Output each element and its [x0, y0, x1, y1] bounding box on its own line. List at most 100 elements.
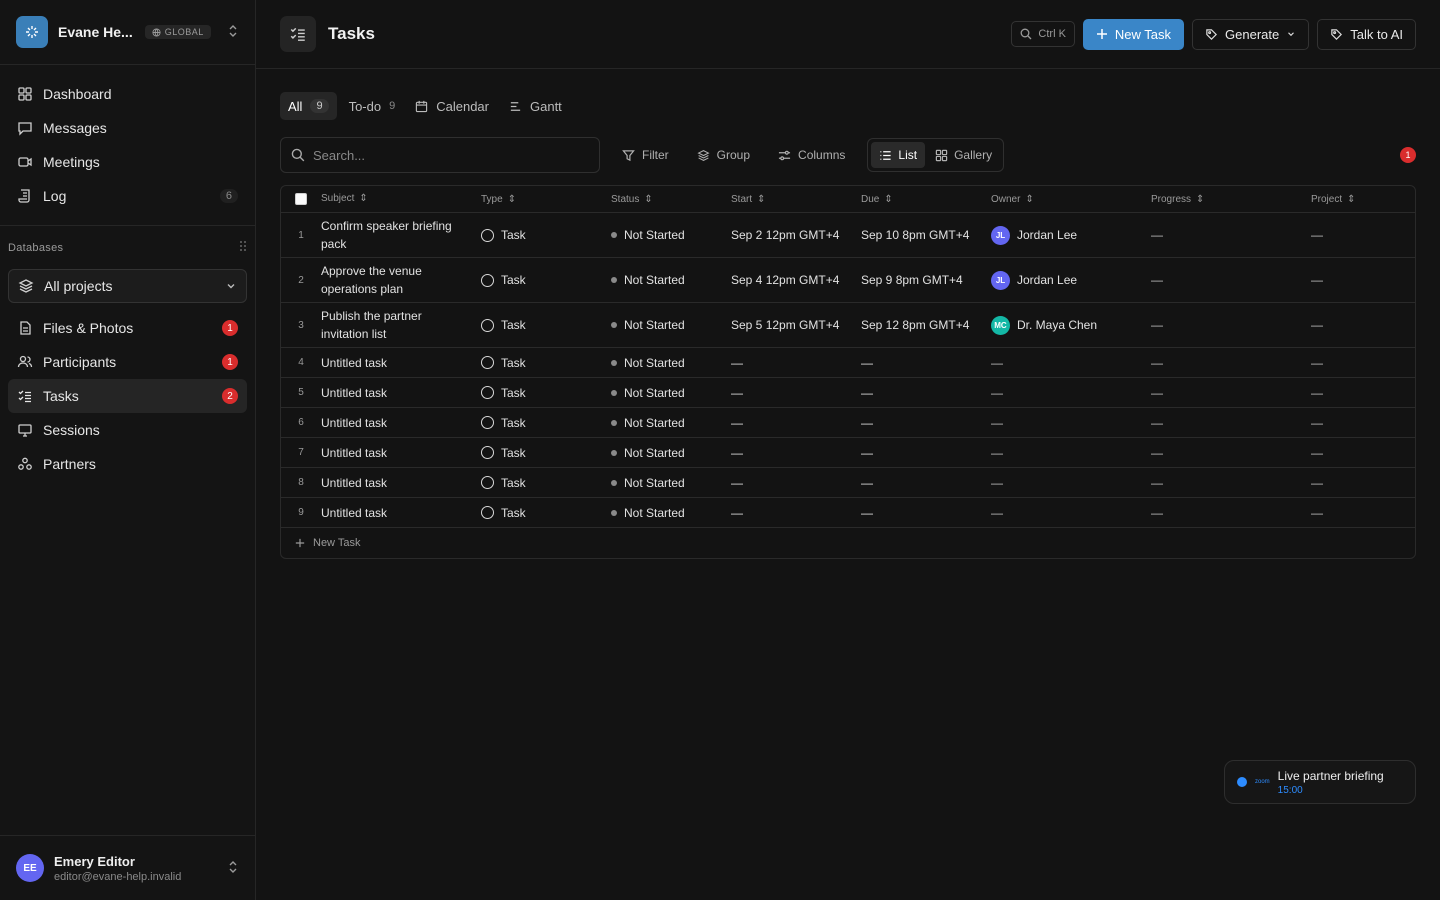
- type-cell[interactable]: Task: [481, 416, 611, 430]
- subject-cell[interactable]: Untitled task: [321, 354, 481, 372]
- column-header-type[interactable]: Type ⇕: [481, 194, 611, 205]
- table-row[interactable]: 7 Untitled task Task Not Started — — — —…: [281, 438, 1415, 468]
- table-row[interactable]: 1 Confirm speaker briefing pack Task Not…: [281, 213, 1415, 258]
- progress-cell[interactable]: —: [1151, 273, 1311, 287]
- subject-cell[interactable]: Publish the partner invitation list: [321, 307, 481, 343]
- owner-cell[interactable]: —: [991, 506, 1151, 520]
- owner-cell[interactable]: JL Jordan Lee: [991, 225, 1151, 245]
- row-number-cell[interactable]: 9: [281, 507, 321, 518]
- project-cell[interactable]: —: [1311, 228, 1411, 242]
- subject-cell[interactable]: Untitled task: [321, 444, 481, 462]
- due-cell[interactable]: —: [861, 476, 991, 490]
- status-cell[interactable]: Not Started: [611, 318, 731, 332]
- project-selector[interactable]: All projects: [8, 269, 247, 303]
- status-cell[interactable]: Not Started: [611, 273, 731, 287]
- search-input[interactable]: Search...: [280, 137, 600, 173]
- command-search-button[interactable]: Ctrl K: [1011, 21, 1075, 47]
- type-cell[interactable]: Task: [481, 446, 611, 460]
- column-header-project[interactable]: Project ⇕: [1311, 194, 1411, 205]
- type-cell[interactable]: Task: [481, 476, 611, 490]
- nav-item-messages[interactable]: Messages: [8, 111, 247, 145]
- start-cell[interactable]: —: [731, 446, 861, 460]
- nav-item-files-photos[interactable]: Files & Photos 1: [8, 311, 247, 345]
- start-cell[interactable]: —: [731, 386, 861, 400]
- notification-badge[interactable]: 1: [1400, 147, 1416, 163]
- table-row[interactable]: 9 Untitled task Task Not Started — — — —…: [281, 498, 1415, 528]
- start-cell[interactable]: —: [731, 416, 861, 430]
- talk-to-ai-button[interactable]: Talk to AI: [1317, 18, 1416, 50]
- start-cell[interactable]: Sep 4 12pm GMT+4: [731, 273, 861, 287]
- filter-button[interactable]: Filter: [608, 148, 683, 162]
- column-header-status[interactable]: Status ⇕: [611, 194, 731, 205]
- owner-cell[interactable]: JL Jordan Lee: [991, 270, 1151, 290]
- tab-calendar[interactable]: Calendar: [407, 92, 497, 120]
- user-menu[interactable]: EE Emery Editor editor@evane-help.invali…: [0, 835, 255, 900]
- table-row[interactable]: 3 Publish the partner invitation list Ta…: [281, 303, 1415, 348]
- due-cell[interactable]: Sep 9 8pm GMT+4: [861, 273, 991, 287]
- status-cell[interactable]: Not Started: [611, 416, 731, 430]
- status-cell[interactable]: Not Started: [611, 506, 731, 520]
- row-number-cell[interactable]: 4: [281, 357, 321, 368]
- table-row[interactable]: 8 Untitled task Task Not Started — — — —…: [281, 468, 1415, 498]
- drag-handle-icon[interactable]: [239, 240, 247, 255]
- row-number-cell[interactable]: 1: [281, 230, 321, 241]
- row-number-cell[interactable]: 3: [281, 320, 321, 331]
- type-cell[interactable]: Task: [481, 356, 611, 370]
- type-cell[interactable]: Task: [481, 506, 611, 520]
- project-cell[interactable]: —: [1311, 506, 1411, 520]
- progress-cell[interactable]: —: [1151, 416, 1311, 430]
- table-row[interactable]: 5 Untitled task Task Not Started — — — —…: [281, 378, 1415, 408]
- group-button[interactable]: Group: [683, 148, 764, 162]
- columns-button[interactable]: Columns: [764, 148, 859, 162]
- add-task-row-button[interactable]: New Task: [281, 528, 1415, 558]
- chevron-updown-icon[interactable]: [227, 860, 239, 877]
- status-cell[interactable]: Not Started: [611, 356, 731, 370]
- column-header-subject[interactable]: Subject ⇕: [321, 190, 481, 208]
- owner-cell[interactable]: —: [991, 446, 1151, 460]
- progress-cell[interactable]: —: [1151, 506, 1311, 520]
- owner-cell[interactable]: —: [991, 356, 1151, 370]
- due-cell[interactable]: —: [861, 416, 991, 430]
- project-cell[interactable]: —: [1311, 273, 1411, 287]
- subject-cell[interactable]: Untitled task: [321, 474, 481, 492]
- type-cell[interactable]: Task: [481, 273, 611, 287]
- row-number-cell[interactable]: 2: [281, 275, 321, 286]
- nav-item-log[interactable]: Log 6: [8, 179, 247, 213]
- table-row[interactable]: 2 Approve the venue operations plan Task…: [281, 258, 1415, 303]
- workspace-switcher[interactable]: Evane He... GLOBAL: [0, 0, 255, 65]
- nav-item-meetings[interactable]: Meetings: [8, 145, 247, 179]
- tab-todo[interactable]: To-do 9: [341, 92, 404, 120]
- project-cell[interactable]: —: [1311, 356, 1411, 370]
- column-header-due[interactable]: Due ⇕: [861, 194, 991, 205]
- start-cell[interactable]: Sep 5 12pm GMT+4: [731, 318, 861, 332]
- tab-gantt[interactable]: Gantt: [501, 92, 570, 120]
- nav-item-tasks[interactable]: Tasks 2: [8, 379, 247, 413]
- live-meeting-widget[interactable]: zoom Live partner briefing 15:00: [1224, 760, 1416, 804]
- column-header-start[interactable]: Start ⇕: [731, 194, 861, 205]
- nav-item-sessions[interactable]: Sessions: [8, 413, 247, 447]
- nav-item-participants[interactable]: Participants 1: [8, 345, 247, 379]
- owner-cell[interactable]: —: [991, 476, 1151, 490]
- subject-cell[interactable]: Untitled task: [321, 414, 481, 432]
- row-number-cell[interactable]: 8: [281, 477, 321, 488]
- due-cell[interactable]: Sep 12 8pm GMT+4: [861, 318, 991, 332]
- column-header-owner[interactable]: Owner ⇕: [991, 194, 1151, 205]
- progress-cell[interactable]: —: [1151, 228, 1311, 242]
- due-cell[interactable]: —: [861, 446, 991, 460]
- table-row[interactable]: 4 Untitled task Task Not Started — — — —…: [281, 348, 1415, 378]
- select-all-checkbox[interactable]: [295, 193, 307, 205]
- owner-cell[interactable]: —: [991, 416, 1151, 430]
- row-number-cell[interactable]: 5: [281, 387, 321, 398]
- project-cell[interactable]: —: [1311, 476, 1411, 490]
- due-cell[interactable]: —: [861, 386, 991, 400]
- subject-cell[interactable]: Confirm speaker briefing pack: [321, 217, 481, 253]
- subject-cell[interactable]: Untitled task: [321, 504, 481, 522]
- project-cell[interactable]: —: [1311, 386, 1411, 400]
- due-cell[interactable]: —: [861, 506, 991, 520]
- row-number-cell[interactable]: 6: [281, 417, 321, 428]
- progress-cell[interactable]: —: [1151, 356, 1311, 370]
- type-cell[interactable]: Task: [481, 228, 611, 242]
- chevron-updown-icon[interactable]: [227, 24, 239, 41]
- progress-cell[interactable]: —: [1151, 476, 1311, 490]
- subject-cell[interactable]: Approve the venue operations plan: [321, 262, 481, 298]
